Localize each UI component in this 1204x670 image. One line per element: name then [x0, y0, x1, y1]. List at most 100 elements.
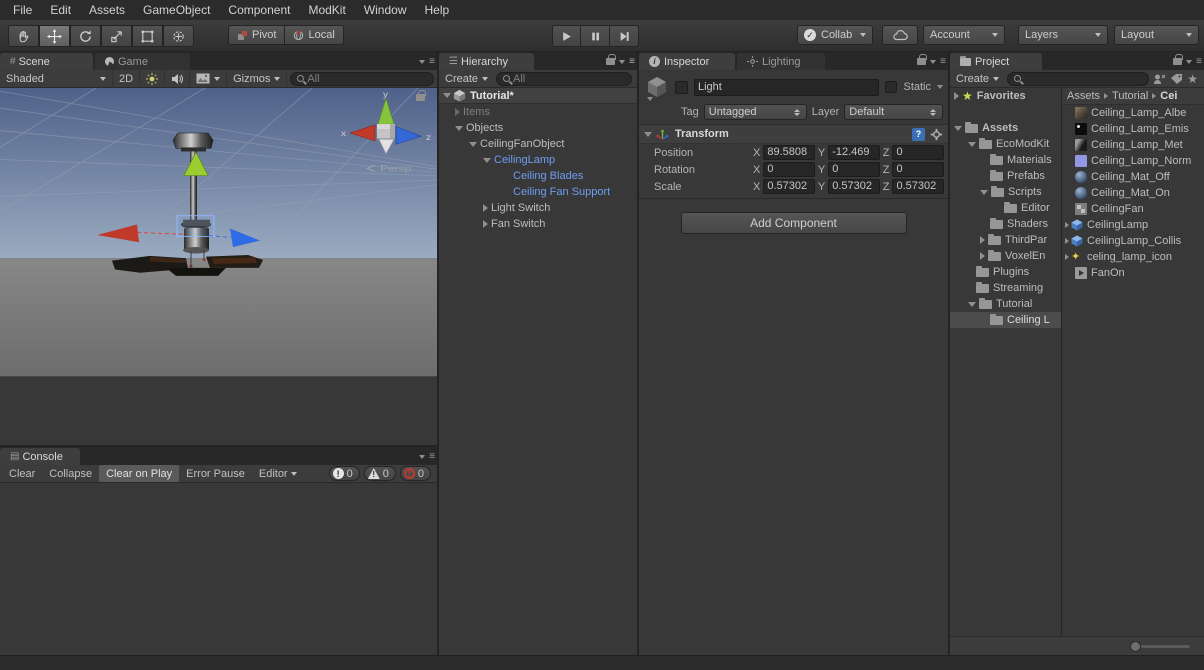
- tree-editor[interactable]: Editor: [950, 200, 1061, 216]
- local-toggle-button[interactable]: Local: [285, 25, 344, 45]
- tree-shaders[interactable]: Shaders: [950, 216, 1061, 232]
- menu-file[interactable]: File: [4, 0, 41, 20]
- hierarchy-item-objects[interactable]: Objects: [439, 120, 637, 136]
- error-pause-button[interactable]: Error Pause: [179, 465, 252, 482]
- error-count-badge[interactable]: ! 0: [399, 466, 431, 481]
- tree-tutorial[interactable]: Tutorial: [950, 296, 1061, 312]
- foldout-icon[interactable]: [483, 204, 488, 212]
- rotate-tool-button[interactable]: [70, 25, 101, 47]
- clear-on-play-button[interactable]: Clear on Play: [99, 465, 180, 482]
- hierarchy-item-items[interactable]: Items: [439, 104, 637, 120]
- panel-divider[interactable]: [0, 445, 437, 447]
- position-y-field[interactable]: -12.469: [828, 145, 880, 160]
- hierarchy-search-input[interactable]: [496, 71, 632, 86]
- asset-ceilingfan-controller[interactable]: CeilingFan: [1063, 201, 1204, 217]
- console-tab-menu[interactable]: ≡: [419, 451, 435, 462]
- persp-label[interactable]: Persp: [380, 164, 411, 175]
- create-dropdown[interactable]: Create: [441, 73, 492, 85]
- rotation-z-field[interactable]: 0: [892, 162, 945, 177]
- asset-ceilinglamp-collision-prefab[interactable]: CeilingLamp_Collis: [1063, 233, 1204, 249]
- menu-window[interactable]: Window: [355, 0, 416, 20]
- collapse-button[interactable]: Collapse: [42, 465, 99, 482]
- panel-divider[interactable]: [437, 52, 439, 655]
- console-log-area[interactable]: [0, 483, 437, 652]
- account-dropdown[interactable]: Account: [923, 25, 1005, 45]
- slider-knob[interactable]: [1130, 641, 1141, 652]
- foldout-icon[interactable]: [968, 141, 976, 147]
- scene-effects-dropdown[interactable]: [190, 69, 228, 88]
- gizmos-dropdown[interactable]: Gizmos: [227, 69, 288, 88]
- help-icon[interactable]: ?: [912, 127, 925, 141]
- scene-tab-menu[interactable]: ≡: [419, 56, 435, 67]
- rotation-y-field[interactable]: 0: [828, 162, 880, 177]
- foldout-icon[interactable]: [1065, 238, 1069, 244]
- foldout-icon[interactable]: [980, 252, 985, 260]
- foldout-icon[interactable]: [1065, 222, 1069, 228]
- warning-count-badge[interactable]: ! 0: [363, 466, 396, 481]
- chevron-down-icon[interactable]: [1186, 59, 1193, 64]
- hand-tool-button[interactable]: [8, 25, 39, 47]
- layers-dropdown[interactable]: Layers: [1018, 25, 1108, 45]
- tree-plugins[interactable]: Plugins: [950, 264, 1061, 280]
- menu-gameobject[interactable]: GameObject: [134, 0, 219, 20]
- rotation-x-field[interactable]: 0: [763, 162, 815, 177]
- tree-scripts[interactable]: Scripts: [950, 184, 1061, 200]
- composite-tool-button[interactable]: [163, 25, 194, 47]
- scene-viewport[interactable]: y x z Persp: [0, 88, 437, 447]
- tab-project[interactable]: Project: [950, 53, 1042, 70]
- step-button[interactable]: [610, 25, 639, 47]
- tree-streamingassets[interactable]: Streaming: [950, 280, 1061, 296]
- tab-inspector[interactable]: i Inspector: [639, 53, 735, 70]
- scene-audio-toggle[interactable]: [165, 69, 191, 88]
- foldout-icon[interactable]: [455, 108, 460, 116]
- asset-ceiling-lamp-normal[interactable]: Ceiling_Lamp_Norm: [1063, 153, 1204, 169]
- slider-track[interactable]: [1140, 645, 1190, 648]
- tab-scene[interactable]: # Scene: [0, 53, 93, 70]
- foldout-icon[interactable]: [954, 125, 962, 131]
- static-checkbox[interactable]: [885, 81, 898, 93]
- foldout-icon[interactable]: [443, 93, 451, 98]
- tree-thirdparty[interactable]: ThirdPar: [950, 232, 1061, 248]
- tree-materials[interactable]: Materials: [950, 152, 1061, 168]
- asset-ceiling-lamp-emissive[interactable]: Ceiling_Lamp_Emis: [1063, 121, 1204, 137]
- tree-prefabs[interactable]: Prefabs: [950, 168, 1061, 184]
- tree-favorites[interactable]: ★ Favorites: [950, 88, 1061, 104]
- menu-assets[interactable]: Assets: [80, 0, 134, 20]
- panel-divider[interactable]: [637, 52, 639, 655]
- gameobject-icon[interactable]: [645, 75, 669, 101]
- scale-x-field[interactable]: 0.57302: [763, 179, 815, 194]
- asset-ceiling-lamp-metallic[interactable]: Ceiling_Lamp_Met: [1063, 137, 1204, 153]
- shading-mode-dropdown[interactable]: Shaded: [0, 69, 113, 88]
- tab-console[interactable]: ▤ Console: [0, 448, 80, 465]
- tree-assets[interactable]: Assets: [950, 120, 1061, 136]
- menu-edit[interactable]: Edit: [41, 0, 80, 20]
- scene-search-input[interactable]: [290, 71, 434, 86]
- lock-icon[interactable]: [1173, 54, 1183, 65]
- scale-tool-button[interactable]: [101, 25, 132, 47]
- tab-game[interactable]: Game: [95, 53, 190, 70]
- tab-hierarchy[interactable]: ☰ Hierarchy: [439, 53, 534, 70]
- hierarchy-item-ceiling-fan-support[interactable]: Ceiling Fan Support: [439, 184, 637, 200]
- pivot-toggle-button[interactable]: Pivot: [228, 25, 286, 45]
- scale-y-field[interactable]: 0.57302: [828, 179, 880, 194]
- breadcrumb-current[interactable]: Cei: [1160, 90, 1177, 102]
- 2d-toggle-button[interactable]: 2D: [113, 69, 141, 88]
- lock-icon[interactable]: [606, 54, 616, 65]
- active-checkbox[interactable]: [675, 80, 688, 94]
- menu-component[interactable]: Component: [219, 0, 299, 20]
- position-z-field[interactable]: 0: [892, 145, 945, 160]
- rect-tool-button[interactable]: [132, 25, 163, 47]
- thumbnail-size-slider[interactable]: [950, 636, 1204, 655]
- scale-z-field[interactable]: 0.57302: [892, 179, 945, 194]
- menu-modkit[interactable]: ModKit: [299, 0, 354, 20]
- lock-icon[interactable]: [917, 54, 927, 65]
- asset-ceiling-mat-on[interactable]: Ceiling_Mat_On: [1063, 185, 1204, 201]
- foldout-icon[interactable]: [954, 92, 959, 100]
- layer-dropdown[interactable]: Default: [844, 104, 943, 120]
- favorites-star-icon[interactable]: ★: [1187, 72, 1202, 86]
- tag-dropdown[interactable]: Untagged: [703, 104, 807, 120]
- project-search-input[interactable]: [1007, 71, 1150, 86]
- menu-help[interactable]: Help: [416, 0, 459, 20]
- editor-dropdown[interactable]: Editor: [252, 465, 304, 482]
- asset-ceilinglamp-prefab[interactable]: CeilingLamp: [1063, 217, 1204, 233]
